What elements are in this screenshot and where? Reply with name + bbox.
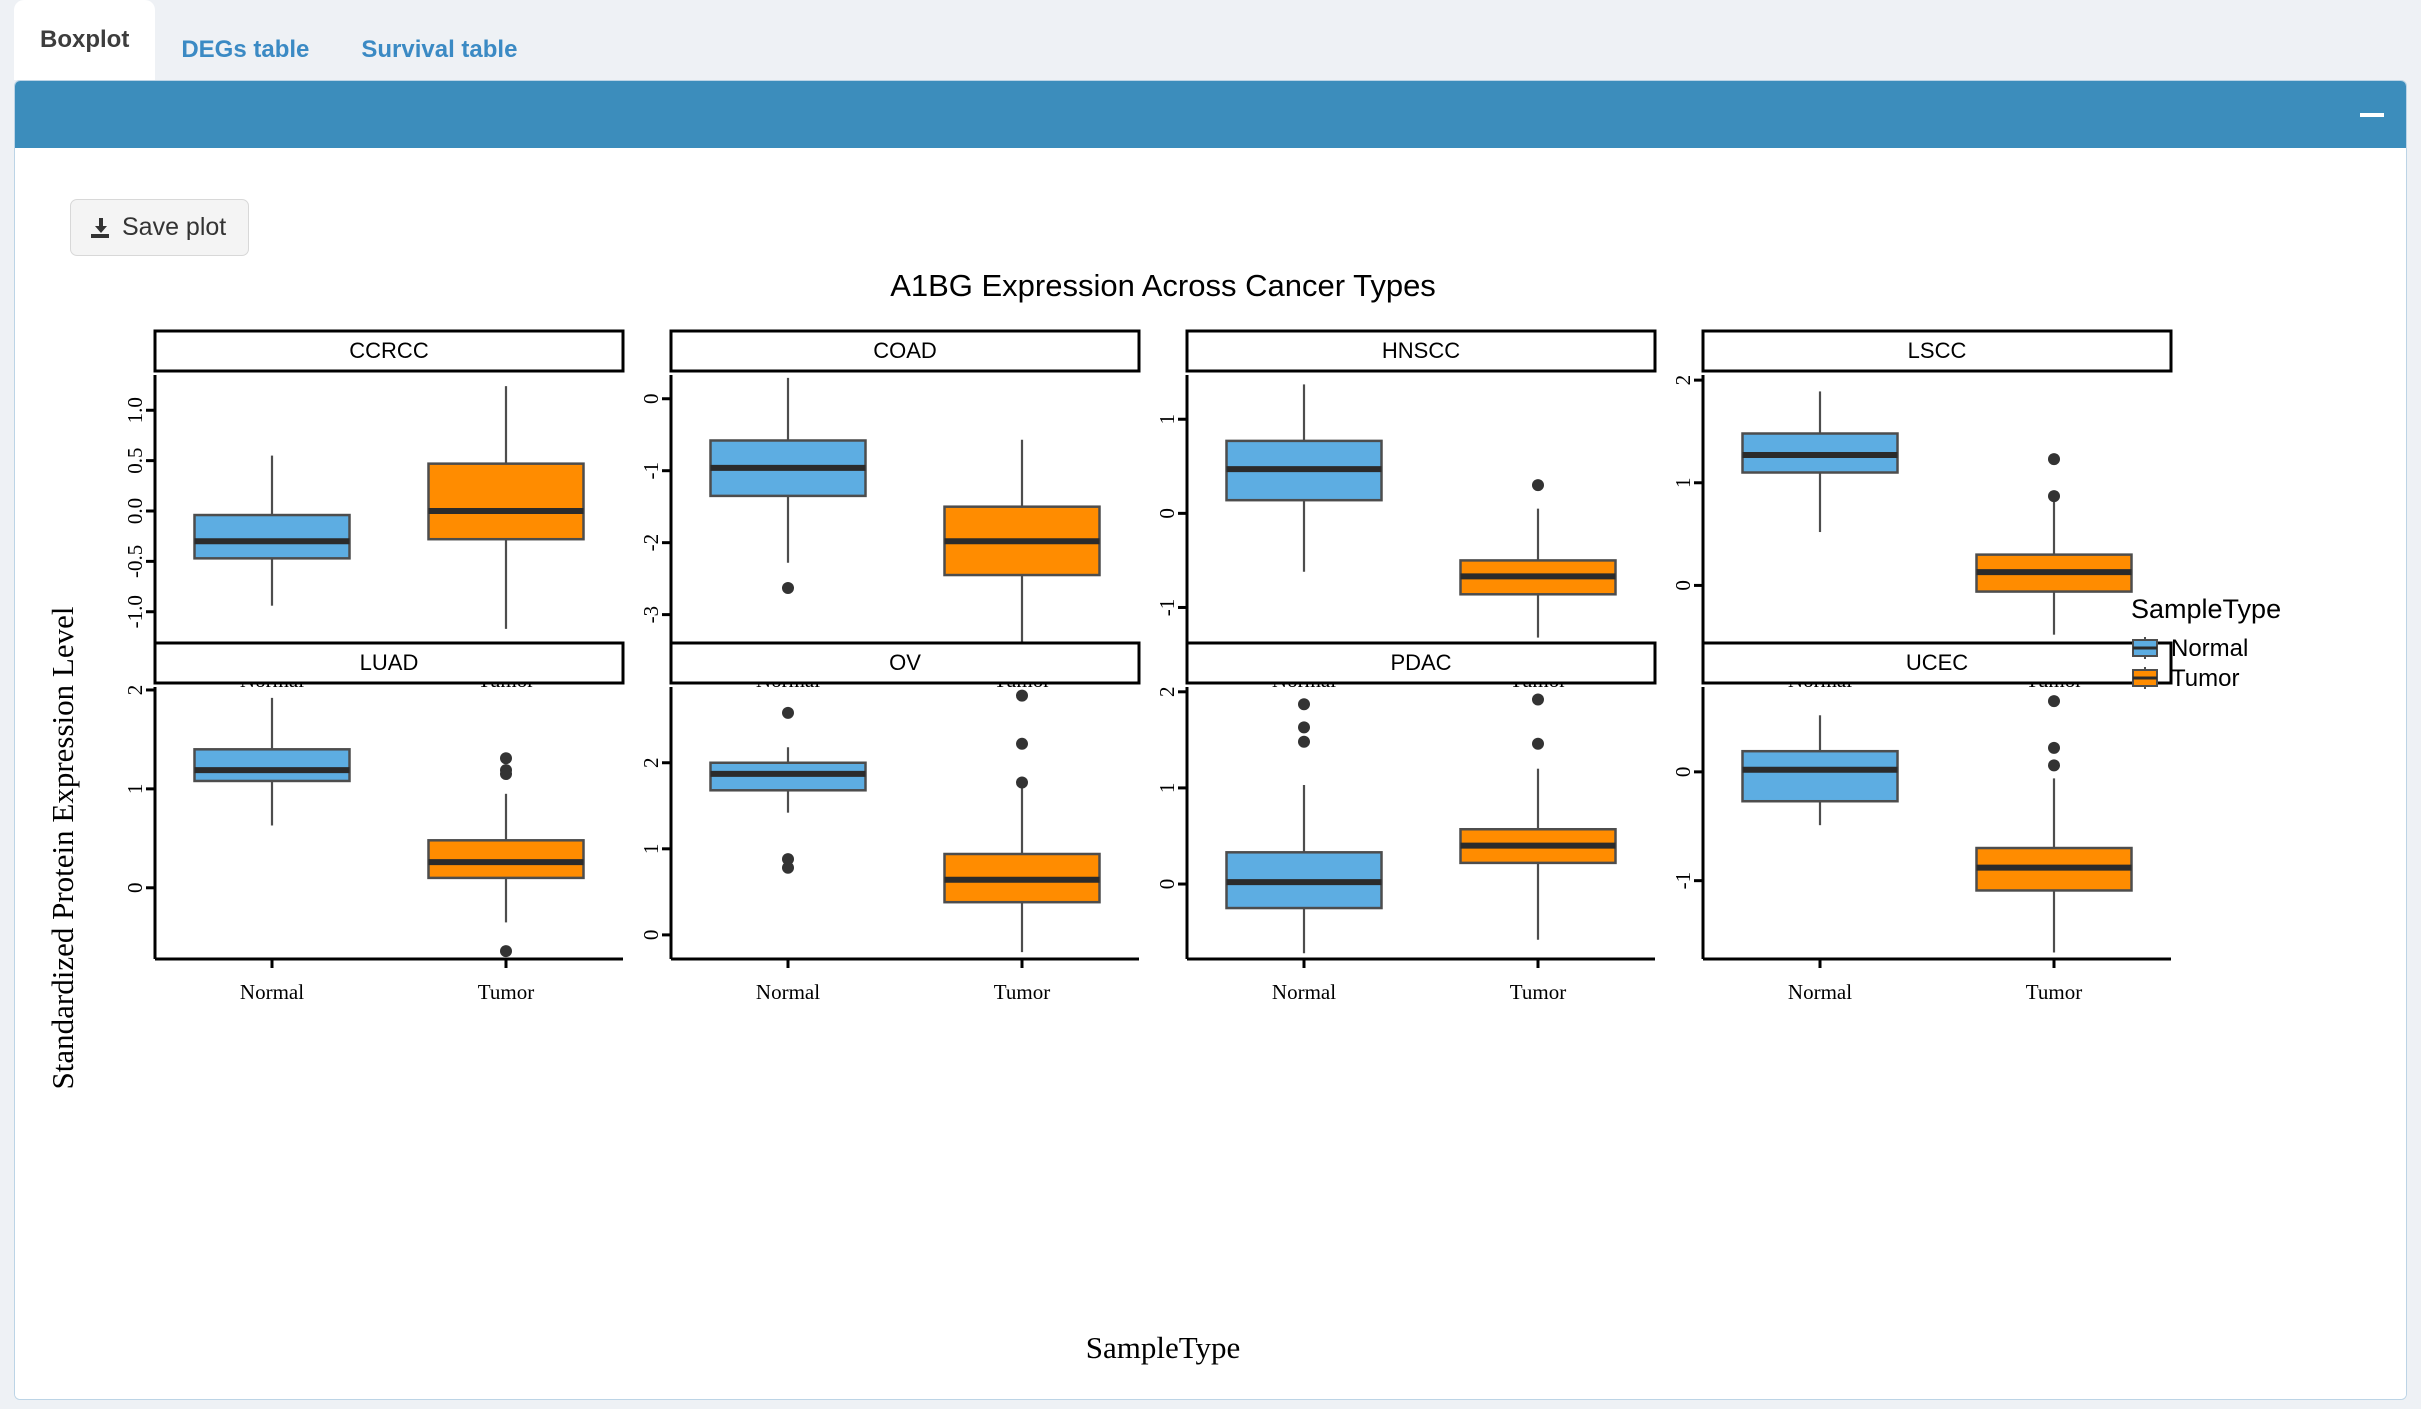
- y-tick-label: -1: [1671, 872, 1695, 890]
- y-tick-label: 1.0: [123, 397, 147, 423]
- tab-survival-table[interactable]: Survival table: [335, 20, 543, 80]
- y-tick-label: 2: [123, 685, 147, 696]
- facet-panel-luad: LUAD 2 1 0 Normal Tumor: [123, 641, 625, 1004]
- legend-label-tumor: Tumor: [2171, 665, 2239, 692]
- panel-title-ccrcc: CCRCC: [349, 338, 429, 363]
- outlier-point: [1016, 776, 1028, 789]
- card-body: Save plot A1BG Expression Across Cancer …: [15, 148, 2406, 1399]
- box-normal[interactable]: [193, 513, 351, 560]
- y-tick-label: -1: [639, 462, 663, 480]
- legend-item-tumor[interactable]: Tumor: [2132, 665, 2239, 692]
- outlier-point: [500, 752, 512, 765]
- tab-bar: Boxplot DEGs table Survival table: [0, 0, 2421, 80]
- boxplot-svg: A1BG Expression Across Cancer Types CCRCC…: [45, 268, 2281, 1365]
- outlier-point: [782, 861, 794, 874]
- y-tick-label: 0: [123, 883, 147, 894]
- panel-title-luad: LUAD: [360, 650, 419, 675]
- outlier-point: [2048, 741, 2060, 754]
- minimize-icon[interactable]: [2360, 112, 2384, 117]
- y-tick-label: 0.5: [123, 448, 147, 474]
- chart-title: A1BG Expression Across Cancer Types: [890, 268, 1436, 303]
- y-tick-label: -1: [1155, 599, 1179, 617]
- y-tick-label: 0.0: [123, 498, 147, 524]
- y-tick-label: 1: [123, 784, 147, 795]
- box-normal[interactable]: [193, 748, 351, 783]
- legend-label-normal: Normal: [2171, 635, 2248, 662]
- panel-title-hnscc: HNSCC: [1382, 338, 1460, 363]
- y-tick-label: -0.5: [123, 545, 147, 578]
- outlier-point: [1298, 698, 1310, 711]
- outlier-point: [500, 945, 512, 958]
- facet-panel-hnscc: HNSCC10-1NormalTumor: [1155, 329, 1657, 692]
- outlier-point: [2048, 490, 2060, 503]
- x-tick-label: Normal: [1272, 980, 1336, 1004]
- outlier-point: [1532, 693, 1544, 706]
- box-normal[interactable]: [1741, 749, 1899, 803]
- y-tick-label: -2: [639, 534, 663, 552]
- y-tick-label: 1: [1155, 414, 1179, 425]
- outlier-point: [782, 706, 794, 719]
- y-tick-label: 2: [639, 757, 663, 768]
- panel-title-pdac: PDAC: [1390, 650, 1451, 675]
- x-tick-label: Tumor: [1510, 980, 1566, 1004]
- outlier-point: [1298, 735, 1310, 748]
- tab-boxplot[interactable]: Boxplot: [14, 0, 156, 80]
- facet-panel-ov: OV 2 1 0 Normal Tumor: [639, 641, 1141, 1004]
- x-tick-label: Normal: [756, 980, 820, 1004]
- panel-title-coad: COAD: [873, 338, 937, 363]
- y-tick-label: 1: [1155, 783, 1179, 794]
- facet-panel-lscc: LSCC210NormalTumor: [1671, 329, 2173, 692]
- card-header: [15, 81, 2406, 148]
- y-tick-label: 0: [1155, 508, 1179, 518]
- panel-title-lscc: LSCC: [1908, 338, 1967, 363]
- box-tumor[interactable]: [427, 462, 585, 541]
- outlier-point: [1532, 737, 1544, 750]
- plot-card: Save plot A1BG Expression Across Cancer …: [14, 80, 2407, 1400]
- outlier-point: [1016, 737, 1028, 750]
- panel-title-ucec: UCEC: [1906, 650, 1968, 675]
- tab-degs-table[interactable]: DEGs table: [155, 20, 335, 80]
- x-axis-label: SampleType: [1086, 1330, 1241, 1365]
- facet-panel-pdac: PDAC 2 1 0 Normal Tumor: [1155, 641, 1657, 1004]
- x-tick-label: Normal: [1788, 980, 1852, 1004]
- y-tick-label: -1.0: [123, 595, 147, 628]
- outlier-point: [1298, 721, 1310, 734]
- y-axis-label: Standardized Protein Expression Level: [45, 607, 80, 1090]
- y-tick-label: 2: [1671, 375, 1695, 386]
- y-tick-label: 0: [1671, 767, 1695, 778]
- outlier-point: [2048, 453, 2060, 466]
- outlier-point: [1016, 689, 1028, 702]
- x-tick-label: Normal: [240, 980, 304, 1004]
- y-tick-label: 1: [639, 844, 663, 855]
- x-tick-label: Tumor: [478, 980, 534, 1004]
- facet-panel-ucec: UCEC 0 -1 Normal Tumor: [1671, 641, 2173, 1004]
- legend-title: SampleType: [2131, 594, 2281, 624]
- outlier-point: [2048, 759, 2060, 772]
- facet-panel-coad: COAD0-1-2-3NormalTumor: [639, 329, 1141, 692]
- x-tick-label: Tumor: [2026, 980, 2082, 1004]
- y-tick-label: 1: [1671, 478, 1695, 489]
- y-tick-label: 2: [1155, 687, 1179, 698]
- outlier-point: [782, 581, 794, 594]
- facet-panel-ccrcc: CCRCC1.00.50.0-0.5-1.0NormalTumor: [123, 329, 625, 692]
- outlier-point: [1532, 479, 1544, 492]
- y-tick-label: 0: [639, 393, 663, 404]
- x-tick-label: Tumor: [994, 980, 1050, 1004]
- panel-title-ov: OV: [889, 650, 921, 675]
- y-tick-label: 0: [1155, 879, 1179, 890]
- outlier-point: [500, 768, 512, 781]
- y-tick-label: 0: [639, 930, 663, 941]
- boxplot-figure: A1BG Expression Across Cancer Types CCRCC…: [15, 148, 2406, 1399]
- outlier-point: [2048, 695, 2060, 708]
- y-tick-label: -3: [639, 606, 663, 624]
- y-tick-label: 0: [1671, 580, 1695, 591]
